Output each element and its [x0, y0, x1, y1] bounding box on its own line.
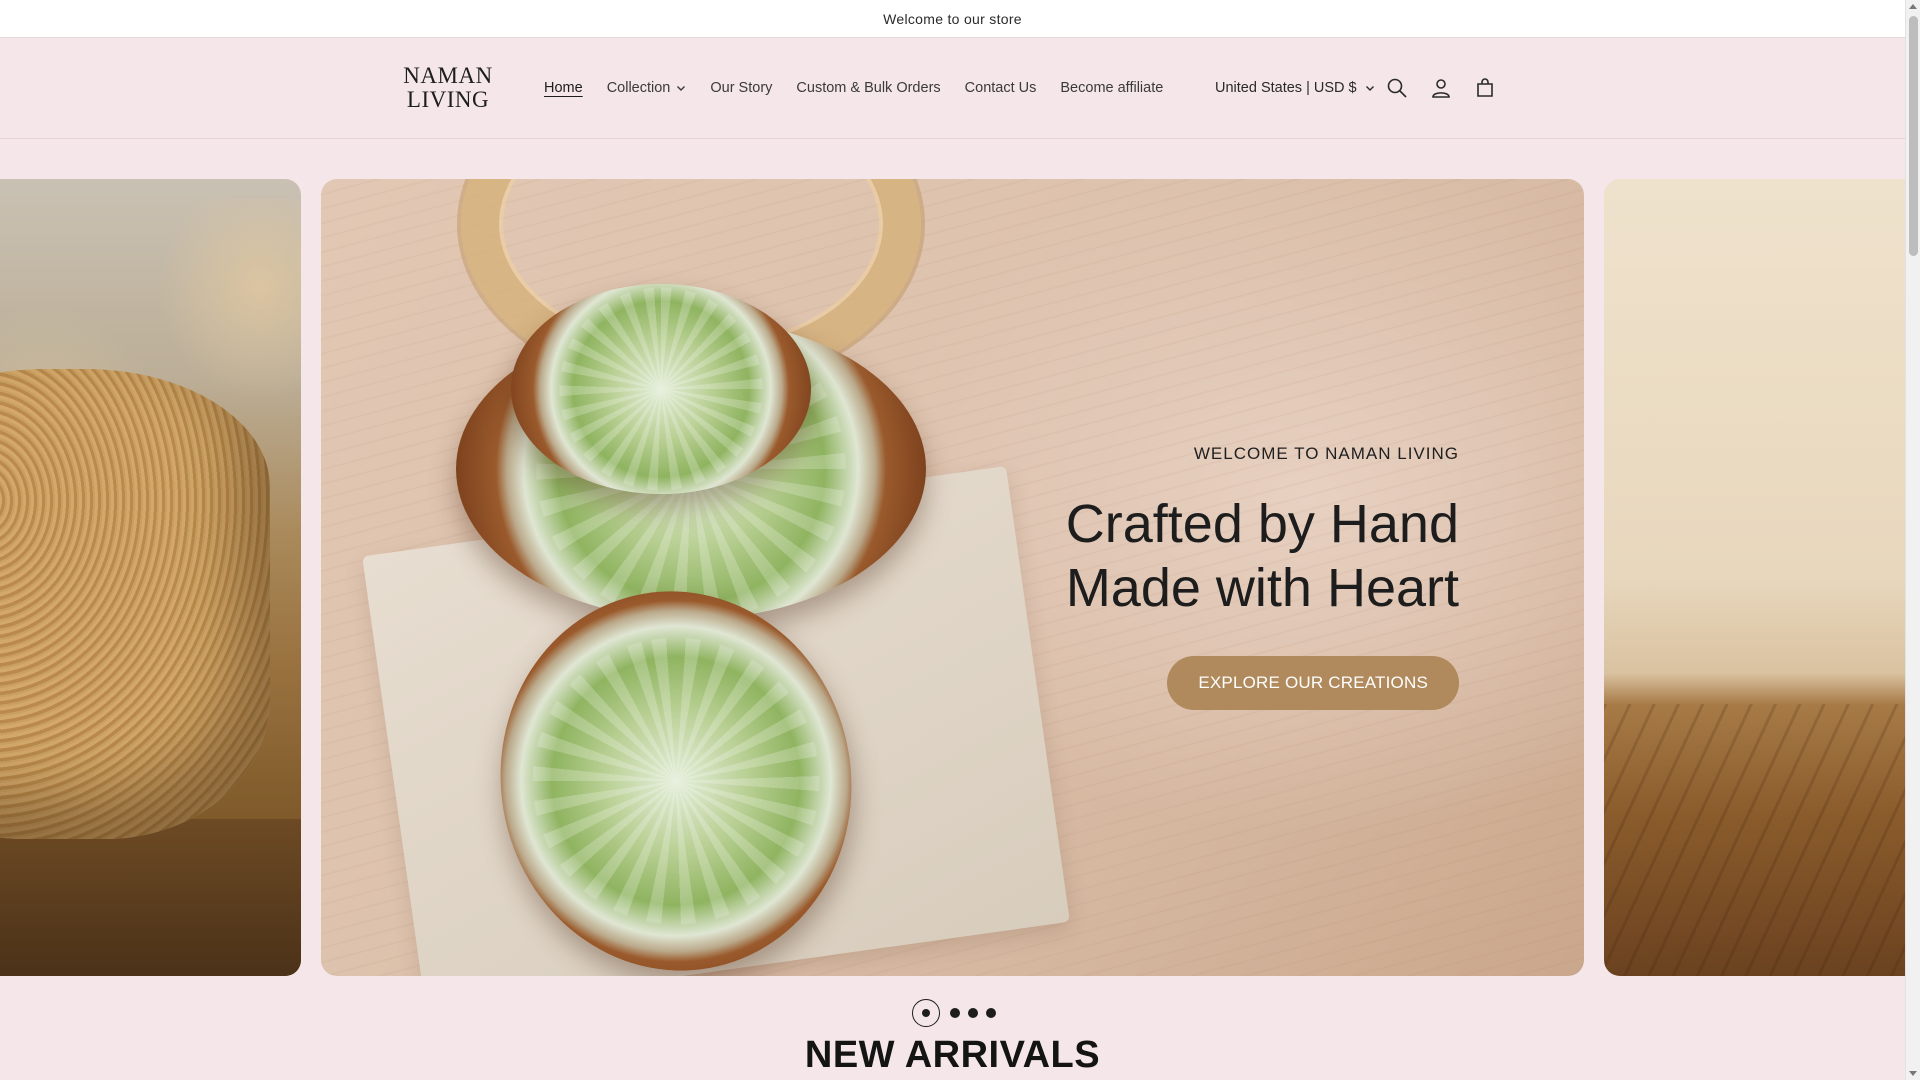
slider-dot-3[interactable] [968, 1008, 978, 1018]
nav-item-become-affiliate[interactable]: Become affiliate [1048, 68, 1175, 108]
section-title-new-arrivals: NEW ARRIVALS [804, 1034, 1101, 1076]
cart-icon[interactable] [1471, 74, 1499, 102]
announcement-text: Welcome to our store [883, 10, 1022, 27]
scroll-up-arrow-icon[interactable] [1909, 4, 1917, 9]
nav-item-label: Custom & Bulk Orders [796, 80, 941, 96]
chevron-down-icon [677, 86, 686, 91]
explore-creations-button[interactable]: EXPLORE OUR CREATIONS [1167, 656, 1459, 710]
hero-title: Crafted by Hand Made with Heart [1039, 492, 1459, 620]
chevron-down-icon [1365, 86, 1374, 91]
slider-pagination [912, 998, 996, 1028]
scrollbar-thumb[interactable] [1909, 16, 1918, 256]
nav-item-custom-bulk-orders[interactable]: Custom & Bulk Orders [784, 68, 952, 108]
slider-dot-4[interactable] [986, 1008, 996, 1018]
nav-item-home[interactable]: Home [532, 68, 595, 108]
slide-previous[interactable] [0, 179, 301, 976]
nav-item-contact-us[interactable]: Contact Us [953, 68, 1049, 108]
scroll-down-arrow-icon[interactable] [1909, 1071, 1917, 1076]
account-icon[interactable] [1427, 74, 1455, 102]
wood-floor-image [1604, 704, 1920, 976]
slider-dot-fill [922, 1009, 930, 1017]
rattan-tray-small [511, 284, 811, 494]
slider-dot-2[interactable] [950, 1008, 960, 1018]
floor-image [0, 819, 301, 976]
hero-content: WELCOME TO NAMAN LIVING Crafted by Hand … [1039, 444, 1459, 710]
search-icon[interactable] [1383, 74, 1411, 102]
logo-line-2: LIVING [406, 87, 490, 112]
announcement-bar: Welcome to our store [0, 0, 1905, 38]
country-currency-selector[interactable]: United States | USD $ [1203, 38, 1387, 138]
woven-stool-image [0, 369, 270, 839]
nav-item-label: Our Story [710, 80, 773, 96]
nav-item-collection[interactable]: Collection [595, 68, 699, 108]
page-scrollbar[interactable] [1905, 0, 1920, 1080]
nav-item-label: Contact Us [964, 80, 1037, 96]
hero-subheading: WELCOME TO NAMAN LIVING [1193, 444, 1459, 463]
country-currency-label: United States | USD $ [1215, 80, 1357, 96]
nav-item-label: Become affiliate [1060, 80, 1164, 96]
nav-item-label: Home [544, 80, 583, 96]
hero-title-line-2: Made with Heart [1065, 558, 1459, 618]
hero-title-line-1: Crafted by Hand [1065, 494, 1459, 554]
site-header: NAMAN LIVING Home Collection Our Story C… [0, 38, 1905, 139]
main-nav: Home Collection Our Story Custom & Bulk … [532, 38, 1175, 138]
slider-dot-1-active[interactable] [912, 999, 940, 1027]
slide-active: WELCOME TO NAMAN LIVING Crafted by Hand … [321, 179, 1584, 976]
store-logo[interactable]: NAMAN LIVING [402, 64, 494, 112]
logo-line-1: NAMAN [403, 63, 493, 88]
slide-next[interactable] [1604, 179, 1920, 976]
nav-item-label: Collection [606, 80, 671, 96]
nav-item-our-story[interactable]: Our Story [698, 68, 784, 108]
